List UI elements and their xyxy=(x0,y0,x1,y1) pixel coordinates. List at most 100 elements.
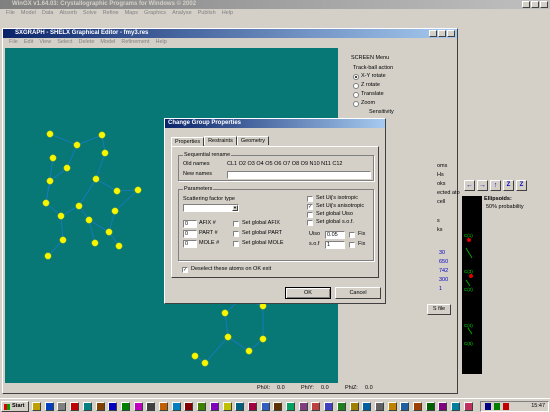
atom-sphere[interactable] xyxy=(75,202,83,210)
set-uij-aniso-checkbox[interactable]: ✓ xyxy=(307,204,313,210)
taskbar-app-icon[interactable] xyxy=(374,402,384,411)
atom-sphere[interactable] xyxy=(201,359,209,367)
atom-sphere[interactable] xyxy=(113,187,121,195)
atom-sphere[interactable] xyxy=(111,207,119,215)
atom-sphere[interactable] xyxy=(259,335,267,343)
part-input[interactable]: 0 xyxy=(183,230,197,238)
sxgraph-menu-view[interactable]: View xyxy=(39,39,51,45)
taskbar-app-icon[interactable] xyxy=(44,402,54,411)
wingx-menu-refine[interactable]: Refine xyxy=(103,10,119,16)
taskbar-app-icon[interactable] xyxy=(159,402,168,411)
atom-sphere[interactable] xyxy=(63,164,71,172)
chevron-down-icon[interactable]: ▼ xyxy=(232,205,238,211)
taskbar-app-icon[interactable] xyxy=(400,402,410,411)
arrow-right-icon[interactable]: → xyxy=(477,180,488,191)
atom-sphere[interactable] xyxy=(46,177,54,185)
wingx-close-button[interactable] xyxy=(540,1,548,8)
wingx-menu-file[interactable]: File xyxy=(6,10,15,16)
wingx-menu-model[interactable]: Model xyxy=(21,10,36,16)
afix-input[interactable]: 0 xyxy=(183,220,197,228)
taskbar-app-icon[interactable] xyxy=(70,402,80,411)
atom-sphere[interactable] xyxy=(98,131,106,139)
ok-button[interactable]: OK xyxy=(285,287,331,299)
atom-sphere[interactable] xyxy=(245,347,253,355)
tab-geometry[interactable]: Geometry xyxy=(236,136,269,145)
scattering-select[interactable]: ▼ xyxy=(183,204,239,212)
taskbar-app-icon[interactable] xyxy=(120,402,130,411)
sxgraph-menu-edit[interactable]: Edit xyxy=(24,39,33,45)
taskbar-app-icon[interactable] xyxy=(222,402,232,411)
taskbar-app-icon[interactable] xyxy=(133,402,143,411)
taskbar-app-icon[interactable] xyxy=(171,402,181,411)
atom-sphere[interactable] xyxy=(49,154,57,162)
radio-xy-rotate[interactable] xyxy=(353,74,359,80)
atom-sphere[interactable] xyxy=(221,309,229,317)
sxgraph-menu-refinement[interactable]: Refinement xyxy=(121,39,149,45)
taskbar-app-icon[interactable] xyxy=(463,402,473,411)
tray-volume-icon[interactable] xyxy=(494,403,500,410)
sxgraph-menu-delete[interactable]: Delete xyxy=(78,39,94,45)
uiso-input[interactable]: 0.05 xyxy=(325,231,345,239)
atom-sphere[interactable] xyxy=(105,228,113,236)
radio-z-rotate[interactable] xyxy=(353,83,359,89)
atom-sphere[interactable] xyxy=(191,352,199,360)
atom-sphere[interactable] xyxy=(73,141,81,149)
taskbar-app-icon[interactable] xyxy=(273,402,283,411)
atom-sphere[interactable] xyxy=(92,175,100,183)
sxgraph-minimize-button[interactable] xyxy=(429,30,437,37)
atom-sphere[interactable] xyxy=(59,236,67,244)
arrow-left-icon[interactable]: ← xyxy=(464,180,475,191)
radio-translate[interactable] xyxy=(353,92,359,98)
new-names-input[interactable] xyxy=(227,171,371,179)
start-button[interactable]: Start xyxy=(1,401,29,412)
taskbar-app-icon[interactable] xyxy=(247,402,257,411)
taskbar-app-icon[interactable] xyxy=(184,402,194,411)
taskbar-app-icon[interactable] xyxy=(413,402,422,411)
taskbar-app-icon[interactable] xyxy=(260,402,270,411)
radio-zoom[interactable] xyxy=(353,101,359,107)
set-global-mole-checkbox[interactable] xyxy=(233,241,239,247)
set-global-afix-checkbox[interactable] xyxy=(233,221,239,227)
wingx-menu-analyse[interactable]: Analyse xyxy=(172,10,192,16)
taskbar-app-icon[interactable] xyxy=(336,402,346,411)
wingx-menu-graphics[interactable]: Graphics xyxy=(144,10,166,16)
taskbar-app-icon[interactable] xyxy=(451,402,461,411)
cancel-button[interactable]: Cancel xyxy=(335,287,381,299)
sxgraph-menu-select[interactable]: Select xyxy=(57,39,72,45)
taskbar-app-icon[interactable] xyxy=(57,402,67,411)
set-global-part-checkbox[interactable] xyxy=(233,231,239,237)
taskbar-app-icon[interactable] xyxy=(209,402,219,411)
sxgraph-menu-file[interactable]: File xyxy=(9,39,18,45)
mole-input[interactable]: 0 xyxy=(183,240,197,248)
wingx-menu-solve[interactable]: Solve xyxy=(83,10,97,16)
tab-restraints[interactable]: Restraints xyxy=(204,136,237,145)
taskbar-app-icon[interactable] xyxy=(95,402,105,411)
set-uij-iso-checkbox[interactable] xyxy=(307,196,313,202)
res-file-button[interactable]: S file xyxy=(427,304,451,315)
taskbar-app-icon[interactable] xyxy=(362,402,372,411)
atom-sphere[interactable] xyxy=(42,199,50,207)
taskbar-app-icon[interactable] xyxy=(197,402,207,411)
atom-sphere[interactable] xyxy=(224,333,232,341)
sxgraph-maximize-button[interactable] xyxy=(438,30,446,37)
ortep-canvas[interactable]: C(1) C(3) C(2) C(4) C(5) xyxy=(462,196,482,374)
sof-input[interactable]: 1 xyxy=(325,241,345,249)
taskbar-app-icon[interactable] xyxy=(235,402,245,411)
atom-sphere[interactable] xyxy=(134,186,142,194)
uiso-fix-checkbox[interactable] xyxy=(349,232,355,238)
atom-sphere[interactable] xyxy=(115,242,123,250)
atom-sphere[interactable] xyxy=(85,216,93,224)
taskbar-app-icon[interactable] xyxy=(311,402,321,411)
set-global-sof-checkbox[interactable] xyxy=(307,220,313,226)
atom-sphere[interactable] xyxy=(101,149,109,157)
taskbar-app-icon[interactable] xyxy=(286,402,295,411)
taskbar-app-icon[interactable] xyxy=(324,402,334,411)
sxgraph-close-button[interactable] xyxy=(447,30,455,37)
arrow-up-icon[interactable]: ↑ xyxy=(490,180,501,191)
wingx-menu-data[interactable]: Data xyxy=(42,10,54,16)
set-global-uiso-checkbox[interactable] xyxy=(307,212,313,218)
taskbar-app-icon[interactable] xyxy=(425,402,435,411)
atom-sphere[interactable] xyxy=(91,239,99,247)
sxgraph-menu-model[interactable]: Model xyxy=(100,39,115,45)
wingx-minimize-button[interactable] xyxy=(522,1,530,8)
